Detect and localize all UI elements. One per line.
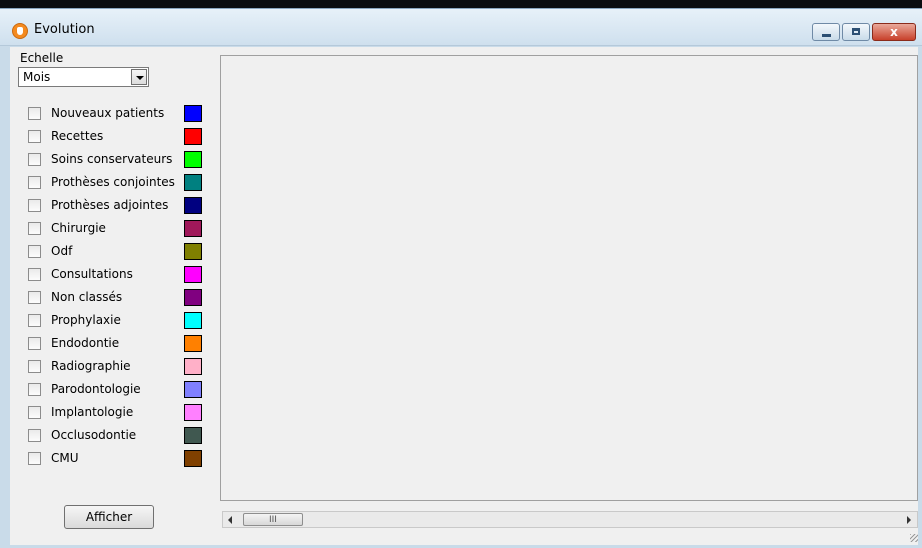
category-label[interactable]: Soins conservateurs (51, 152, 172, 166)
category-color-swatch (184, 197, 202, 214)
scale-label: Echelle (20, 51, 64, 65)
category-row: Odf (28, 242, 208, 265)
scale-select-value: Mois (23, 70, 51, 84)
maximize-button[interactable] (842, 23, 870, 41)
category-label[interactable]: Odf (51, 244, 72, 258)
category-checkbox[interactable] (28, 314, 41, 327)
category-color-swatch (184, 358, 202, 375)
category-row: Prothèses adjointes (28, 196, 208, 219)
category-label[interactable]: Radiographie (51, 359, 131, 373)
category-row: Occlusodontie (28, 426, 208, 449)
category-checkbox[interactable] (28, 406, 41, 419)
category-color-swatch (184, 220, 202, 237)
category-color-swatch (184, 427, 202, 444)
category-row: Non classés (28, 288, 208, 311)
category-label[interactable]: Endodontie (51, 336, 119, 350)
category-color-swatch (184, 266, 202, 283)
category-label[interactable]: Recettes (51, 129, 103, 143)
category-color-swatch (184, 151, 202, 168)
resize-grip-icon[interactable] (910, 534, 918, 542)
title-bar[interactable]: Evolution x (0, 9, 922, 46)
category-checkbox[interactable] (28, 199, 41, 212)
category-checkbox[interactable] (28, 245, 41, 258)
category-row: CMU (28, 449, 208, 472)
category-row: Endodontie (28, 334, 208, 357)
category-row: Soins conservateurs (28, 150, 208, 173)
category-label[interactable]: Nouveaux patients (51, 106, 164, 120)
category-checkbox[interactable] (28, 452, 41, 465)
category-checkbox[interactable] (28, 130, 41, 143)
category-checkbox[interactable] (28, 153, 41, 166)
category-checkbox[interactable] (28, 222, 41, 235)
category-label[interactable]: Occlusodontie (51, 428, 136, 442)
category-checkbox[interactable] (28, 176, 41, 189)
chart-area (220, 55, 918, 501)
category-color-swatch (184, 404, 202, 421)
category-label[interactable]: Non classés (51, 290, 122, 304)
category-color-swatch (184, 312, 202, 329)
category-row: Parodontologie (28, 380, 208, 403)
category-row: Implantologie (28, 403, 208, 426)
category-label[interactable]: Prophylaxie (51, 313, 121, 327)
category-checkbox[interactable] (28, 360, 41, 373)
scroll-left-icon[interactable] (228, 516, 232, 524)
category-checkbox[interactable] (28, 107, 41, 120)
category-row: Prothèses conjointes (28, 173, 208, 196)
category-checkbox[interactable] (28, 337, 41, 350)
category-label[interactable]: Prothèses conjointes (51, 175, 175, 189)
category-color-swatch (184, 450, 202, 467)
scroll-thumb[interactable]: III (243, 513, 303, 526)
category-row: Consultations (28, 265, 208, 288)
category-row: Nouveaux patients (28, 104, 208, 127)
category-color-swatch (184, 105, 202, 122)
category-color-swatch (184, 335, 202, 352)
category-color-swatch (184, 381, 202, 398)
category-row: Prophylaxie (28, 311, 208, 334)
category-checkbox[interactable] (28, 383, 41, 396)
category-checkbox[interactable] (28, 268, 41, 281)
tooth-app-icon (12, 23, 28, 39)
horizontal-scrollbar[interactable]: III (222, 511, 918, 528)
category-label[interactable]: Consultations (51, 267, 133, 281)
category-row: Radiographie (28, 357, 208, 380)
afficher-button[interactable]: Afficher (64, 505, 154, 529)
category-label[interactable]: Chirurgie (51, 221, 106, 235)
category-list: Nouveaux patients Recettes Soins conservat… (28, 104, 208, 472)
scroll-thumb-grip: III (269, 515, 277, 525)
close-button[interactable]: x (872, 23, 916, 41)
category-color-swatch (184, 289, 202, 306)
category-color-swatch (184, 128, 202, 145)
category-checkbox[interactable] (28, 429, 41, 442)
window-title: Evolution (34, 22, 95, 37)
category-label[interactable]: Prothèses adjointes (51, 198, 168, 212)
minimize-button[interactable] (812, 23, 840, 41)
category-color-swatch (184, 174, 202, 191)
category-label[interactable]: Parodontologie (51, 382, 141, 396)
category-row: Chirurgie (28, 219, 208, 242)
category-label[interactable]: CMU (51, 451, 79, 465)
chevron-down-icon[interactable] (131, 69, 147, 85)
scroll-right-icon[interactable] (907, 516, 911, 524)
category-label[interactable]: Implantologie (51, 405, 133, 419)
category-checkbox[interactable] (28, 291, 41, 304)
category-color-swatch (184, 243, 202, 260)
scale-select[interactable]: Mois (18, 67, 149, 87)
category-row: Recettes (28, 127, 208, 150)
